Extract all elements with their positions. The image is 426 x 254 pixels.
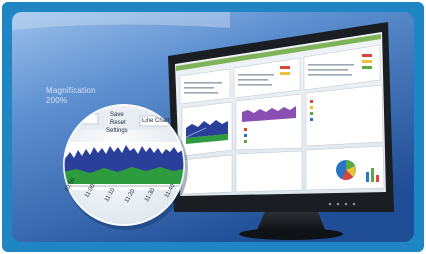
toolbar-label-line-chart: Line Chart (142, 118, 170, 124)
text-line (308, 74, 352, 76)
status-bar-yellow-2 (362, 60, 372, 63)
toolbar-label-settings: Settings (106, 128, 128, 134)
text-line (238, 79, 268, 81)
magnification-label: Magnification (46, 86, 96, 95)
magnification-value: 200% (46, 96, 68, 105)
panel-7 (181, 154, 233, 195)
product-illustration (2, 2, 424, 252)
menu-button (336, 202, 340, 206)
text-line (308, 64, 354, 66)
toolbar-label-reset: Reset (110, 120, 126, 126)
power-button (328, 202, 332, 206)
monitor-base (239, 228, 343, 240)
magnification-caption: Magnification 200% (46, 86, 136, 106)
panel-6 (305, 84, 384, 147)
status-bar-yellow (280, 72, 290, 75)
toolbar-label-save: Save (110, 112, 124, 118)
status-bar-red (280, 66, 290, 69)
panel-8 (235, 150, 303, 193)
text-line (238, 74, 274, 76)
adjust-button-2 (352, 202, 356, 206)
text-line (184, 92, 218, 94)
text-line (184, 87, 214, 89)
text-line (184, 82, 222, 84)
text-line (238, 84, 272, 86)
status-bar-red-2 (362, 54, 372, 57)
adjust-button (344, 202, 348, 206)
pie-chart (336, 160, 356, 180)
text-line (308, 69, 348, 71)
status-bar-green (362, 66, 372, 69)
